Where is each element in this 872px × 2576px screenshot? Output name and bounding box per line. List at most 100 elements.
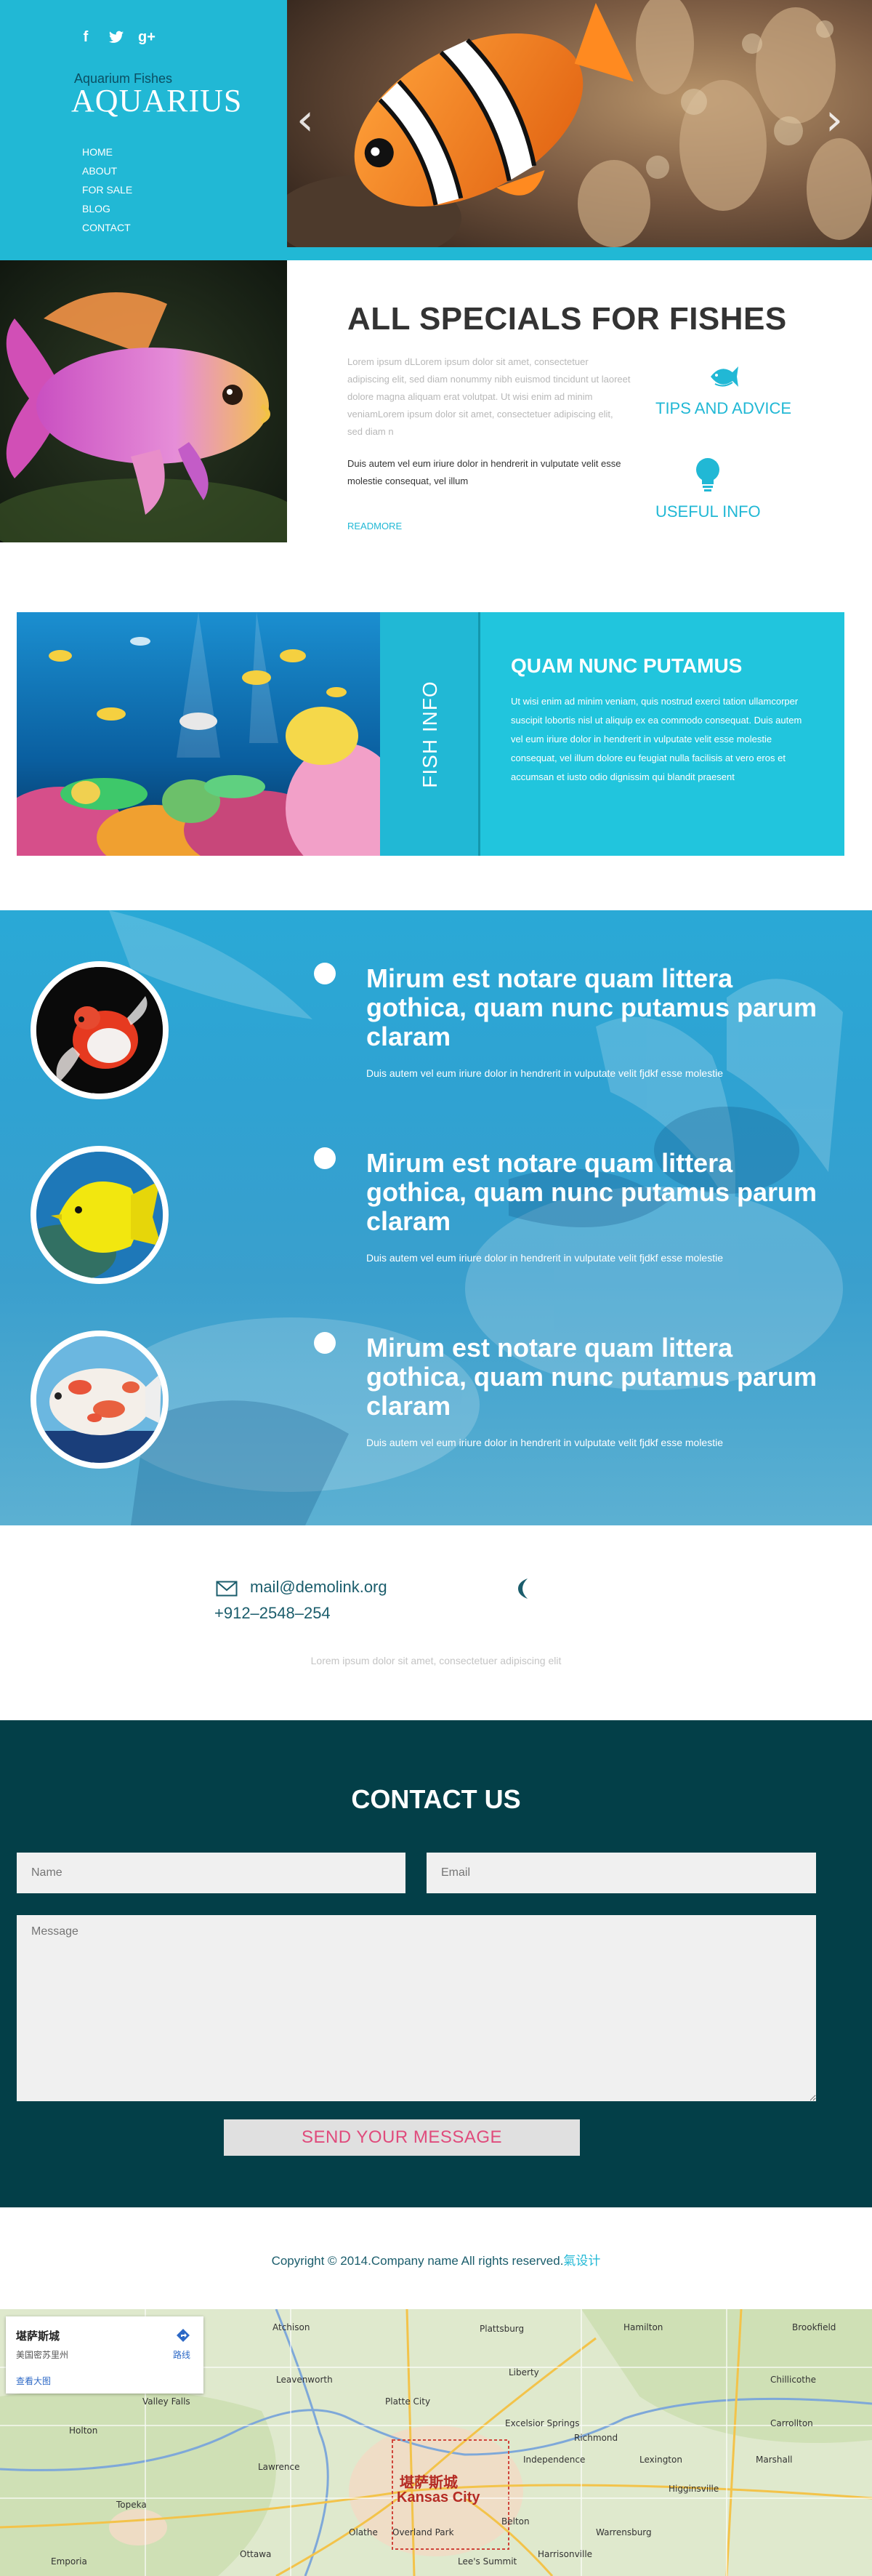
map-place-label: Holton [69, 2425, 98, 2436]
twitter-icon[interactable] [109, 29, 124, 45]
timeline-title: Mirum est notare quam littera gothica, q… [366, 963, 818, 1051]
contact-title: CONTACT US [351, 1784, 521, 1814]
fish-info-title: QUAM NUNC PUTAMUS [511, 654, 743, 677]
goldfish-avatar [31, 961, 169, 1099]
map-place-label: Harrisonville [538, 2549, 593, 2559]
email-link[interactable]: mail@demolink.org [250, 1578, 387, 1597]
main-nav: HOME ABOUT FOR SALE BLOG CONTACT [82, 143, 132, 237]
specials-intro-text: Lorem ipsum dLLorem ipsum dolor sit amet… [347, 356, 631, 437]
map-place-label: Topeka [116, 2500, 147, 2510]
nav-item-for-sale[interactable]: FOR SALE [82, 180, 132, 199]
map-place-label: Chillicothe [770, 2375, 816, 2385]
map-info-card: 堪萨斯城 美国密苏里州 查看大图 路线 [6, 2316, 203, 2394]
feature-useful-info[interactable]: USEFUL INFO [655, 457, 761, 521]
map-place-label: Olathe [349, 2527, 378, 2537]
slider-prev-arrow[interactable]: ‹ [296, 95, 318, 145]
map-place-label: Plattsburg [480, 2324, 525, 2334]
timeline-dot [314, 1332, 336, 1354]
timeline-item: Mirum est notare quam littera gothica, q… [0, 910, 872, 1099]
map-place-label: Marshall [756, 2455, 793, 2465]
timeline-title: Mirum est notare quam littera gothica, q… [366, 1148, 818, 1236]
mail-icon [216, 1581, 238, 1597]
map-city-name: 堪萨斯城 [16, 2330, 60, 2343]
timeline-text: Duis autem vel eum iriure dolor in hendr… [366, 1437, 724, 1448]
fish-info-tab[interactable]: FISH INFO [380, 612, 480, 856]
map-place-label: Richmond [574, 2433, 618, 2443]
contact-form-section: CONTACT US SEND YOUR MESSAGE [0, 1720, 872, 2207]
message-field[interactable] [17, 1915, 816, 2101]
hero-slider-image [287, 0, 872, 247]
contact-info-text: Lorem ipsum dolor sit amet, consectetuer… [310, 1655, 562, 1666]
crescent-icon [517, 1578, 530, 1600]
timeline-dot [314, 963, 336, 984]
timeline-text: Duis autem vel eum iriure dolor in hendr… [366, 1252, 724, 1264]
copyright-text: Copyright © 2014.Company name All rights… [0, 2250, 872, 2268]
header-sidebar: f g+ Aquarium Fishes AQUARIUS HOME ABOUT… [0, 0, 287, 260]
view-larger-map-link[interactable]: 查看大图 [16, 2375, 51, 2387]
map-state-name: 美国密苏里州 [16, 2350, 69, 2360]
specials-section: ALL SPECIALS FOR FISHES Lorem ipsum dLLo… [0, 260, 872, 544]
readmore-link[interactable]: READMORE [347, 521, 402, 531]
contact-info-section: mail@demolink.org +912–2548–254 Lorem ip… [0, 1525, 872, 1720]
directions-icon[interactable] [176, 2328, 190, 2343]
map-place-label: Belton [501, 2516, 530, 2527]
nav-item-blog[interactable]: BLOG [82, 199, 132, 218]
fish-info-text: Ut wisi enim ad minim veniam, quis nostr… [511, 696, 802, 782]
designer-link[interactable]: 氣设计 [563, 2254, 600, 2268]
timeline-text: Duis autem vel eum iriure dolor in hendr… [366, 1067, 724, 1079]
map-place-label: Excelsior Springs [505, 2418, 580, 2428]
map-place-label: Lawrence [258, 2462, 300, 2472]
nav-item-about[interactable]: ABOUT [82, 161, 132, 180]
map-place-label: Higginsville [669, 2484, 719, 2494]
anthias-fish-image [0, 260, 287, 542]
map-place-label: Carrollton [770, 2418, 813, 2428]
nav-item-contact[interactable]: CONTACT [82, 218, 132, 237]
fish-info-panel: QUAM NUNC PUTAMUS Ut wisi enim ad minim … [480, 612, 844, 856]
site-footer: Copyright © 2014.Company name All rights… [0, 2207, 872, 2309]
map-place-label: Warrensburg [596, 2527, 652, 2537]
map-place-label: Atchison [272, 2322, 310, 2332]
name-field[interactable] [17, 1853, 405, 1893]
slider-accent-bar [287, 247, 872, 260]
map-city-label-cn: 堪萨斯城 [400, 2473, 458, 2491]
fish-icon [655, 364, 791, 393]
specials-title: ALL SPECIALS FOR FISHES [347, 301, 787, 337]
yellow-tang-avatar [31, 1146, 169, 1284]
timeline-section: Mirum est notare quam littera gothica, q… [0, 910, 872, 1525]
site-header: f g+ Aquarium Fishes AQUARIUS HOME ABOUT… [0, 0, 872, 260]
timeline-dot [314, 1147, 336, 1169]
map-place-label: Brookfield [792, 2322, 836, 2332]
map-place-label: Ottawa [240, 2549, 272, 2559]
map-place-label: Independence [523, 2455, 586, 2465]
lightbulb-icon [655, 457, 761, 497]
fish-info-section: FISH INFO QUAM NUNC PUTAMUS Ut wisi enim… [17, 612, 844, 856]
timeline-item: Mirum est notare quam littera gothica, q… [0, 1280, 872, 1469]
timeline-title: Mirum est notare quam littera gothica, q… [366, 1333, 818, 1421]
slider-next-arrow[interactable]: › [825, 95, 847, 145]
send-message-button[interactable]: SEND YOUR MESSAGE [224, 2119, 580, 2156]
nav-item-home[interactable]: HOME [82, 143, 132, 161]
fish-info-tab-label: FISH INFO [419, 681, 441, 788]
map-place-label: Platte City [385, 2396, 431, 2407]
map-city-label-en: Kansas City [397, 2489, 480, 2505]
facebook-icon[interactable]: f [78, 29, 93, 45]
google-plus-icon[interactable]: g+ [138, 29, 156, 45]
map-place-label: Leavenworth [276, 2375, 333, 2385]
site-logo[interactable]: AQUARIUS [71, 82, 242, 119]
email-field[interactable] [427, 1853, 816, 1893]
map-place-label: Lexington [639, 2455, 682, 2465]
feature-tips-label: TIPS AND ADVICE [655, 399, 792, 417]
map-place-label: Valley Falls [142, 2396, 190, 2407]
directions-link[interactable]: 路线 [173, 2348, 190, 2361]
map-place-label: Liberty [509, 2367, 539, 2378]
map-embed[interactable]: 堪萨斯城 美国密苏里州 查看大图 路线 Atchison Plattsburg … [0, 2309, 872, 2576]
feature-useful-label: USEFUL INFO [655, 502, 761, 521]
phone-number: +912–2548–254 [214, 1604, 331, 1622]
social-links: f g+ [78, 29, 156, 45]
feature-tips[interactable]: TIPS AND ADVICE [655, 364, 791, 418]
copyright-label: Copyright © 2014.Company name All rights… [271, 2254, 564, 2268]
oscar-fish-avatar [31, 1331, 169, 1469]
map-place-label: Emporia [51, 2556, 87, 2567]
specials-body-text: Duis autem vel eum iriure dolor in hendr… [347, 458, 621, 486]
map-place-label: Lee's Summit [458, 2556, 517, 2567]
